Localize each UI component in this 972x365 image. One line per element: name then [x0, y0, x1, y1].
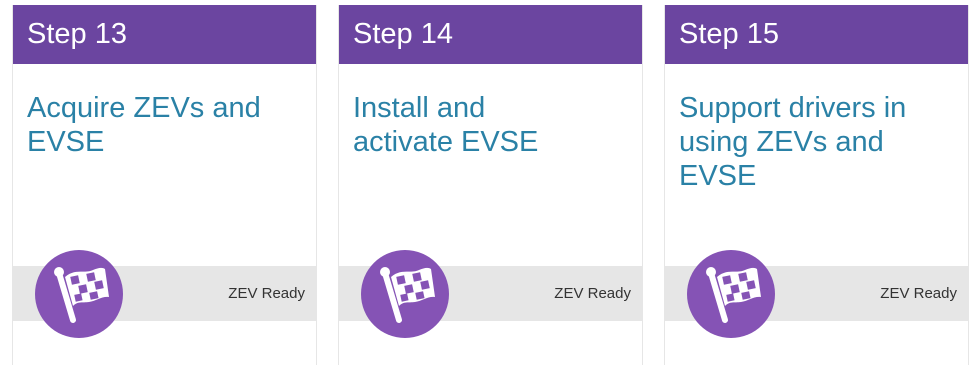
step-header: Step 15 [665, 5, 968, 64]
step-cards-row: Step 13 Acquire ZEVs and EVSE ZEV Ready … [0, 0, 972, 365]
step-title[interactable]: Acquire ZEVs and EVSE [27, 91, 306, 159]
checkered-flag-icon [35, 250, 123, 338]
step-title-line: EVSE [679, 160, 757, 192]
step-card-14[interactable]: Step 14 Install and activate EVSE ZEV Re… [338, 5, 643, 365]
step-title-line: Acquire ZEVs and [27, 92, 261, 124]
zev-ready-label: ZEV Ready [880, 285, 957, 302]
checkered-flag-icon [687, 250, 775, 338]
step-card-15[interactable]: Step 15 Support drivers in using ZEVs an… [664, 5, 969, 365]
step-title-line: Install and [353, 92, 486, 124]
step-title-line: using ZEVs and [679, 126, 884, 158]
step-title-line: EVSE [27, 126, 105, 158]
step-title[interactable]: Support drivers in using ZEVs and EVSE [679, 91, 958, 193]
zev-ready-label: ZEV Ready [554, 285, 631, 302]
step-title-line: Support drivers in [679, 92, 907, 124]
step-header: Step 13 [13, 5, 316, 64]
zev-ready-label: ZEV Ready [228, 285, 305, 302]
step-card-13[interactable]: Step 13 Acquire ZEVs and EVSE ZEV Ready [12, 5, 317, 365]
step-title[interactable]: Install and activate EVSE [353, 91, 632, 159]
step-title-line: activate EVSE [353, 126, 539, 158]
checkered-flag-icon [361, 250, 449, 338]
step-header: Step 14 [339, 5, 642, 64]
